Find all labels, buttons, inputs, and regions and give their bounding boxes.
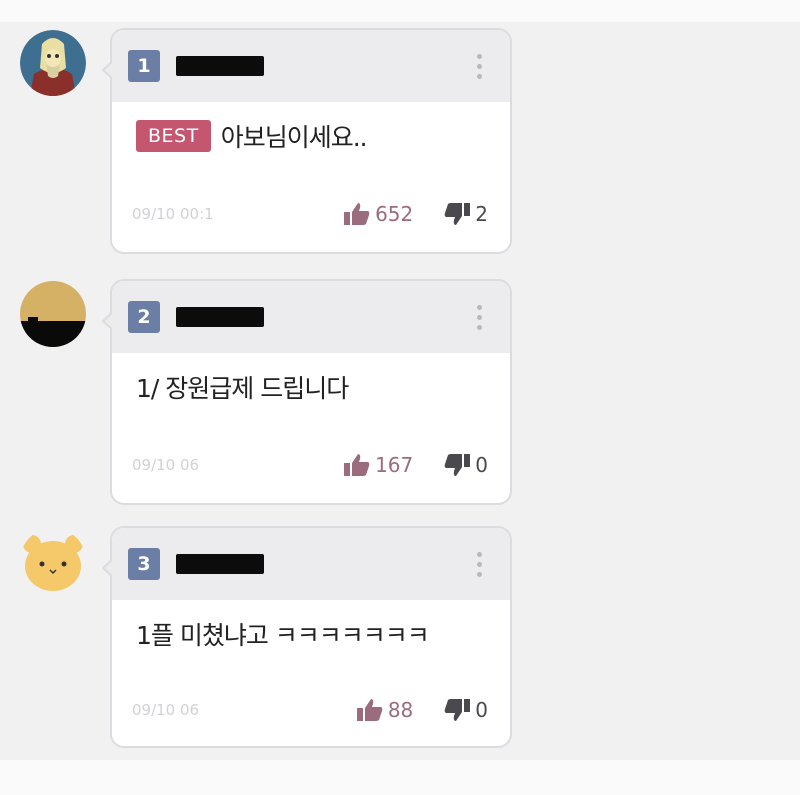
thumbs-down-icon [444,699,471,721]
thumbs-up-icon [344,454,370,476]
comment-text: 1플 미쳤냐고 ㅋㅋㅋㅋㅋㅋㅋ [136,616,430,652]
like-button[interactable]: 652 [343,202,413,226]
comment-footer: 09/10 00:1 652 2 [132,202,488,226]
timestamp: 09/10 06 [132,701,200,719]
dislike-button[interactable]: 2 [443,202,488,226]
comment-card: 1 ————— BEST 아보님이세요.. 09/10 00:1 652 2 [102,28,512,254]
rank-badge: 3 [128,548,160,580]
avatar-sunset[interactable] [20,281,86,347]
comment-body: 1/ 장원급제 드립니다 [136,374,349,403]
more-options-icon[interactable] [477,54,482,79]
comment-header: 1 ————— [112,30,510,102]
rank-badge: 1 [128,50,160,82]
thumbs-up-icon [344,203,370,225]
best-badge: BEST [136,120,211,152]
avatar-bear[interactable] [20,528,86,594]
nickname-redacted[interactable]: ————— [176,307,264,327]
like-count: 652 [375,202,414,226]
dislike-count: 0 [475,698,488,722]
dislike-count: 0 [475,453,488,477]
comment-text: 1/ 장원급제 드립니다 [136,369,349,405]
comment-header: 3 ————— [112,528,510,600]
thumbs-down-icon [444,454,471,476]
comment-card: 2 ————— 1/ 장원급제 드립니다 09/10 06 167 0 [102,279,512,505]
nickname-redacted[interactable]: ————— [176,56,264,76]
thumbs-down-icon [444,203,471,225]
timestamp: 09/10 00:1 [132,205,214,223]
bottom-strip [0,760,800,795]
timestamp: 09/10 06 [132,456,200,474]
comment-header: 2 ————— [112,281,510,353]
comment-card: 3 ————— 1플 미쳤냐고 ㅋㅋㅋㅋㅋㅋㅋ 09/10 06 88 0 [102,526,512,748]
more-options-icon[interactable] [477,552,482,577]
comment-footer: 09/10 06 88 0 [132,698,488,722]
comment-text: BEST 아보님이세요.. [136,118,368,154]
dislike-count: 2 [475,202,488,226]
top-strip [0,0,800,22]
comment-footer: 09/10 06 167 0 [132,453,488,477]
like-button[interactable]: 167 [343,453,413,477]
thumbs-up-icon [356,699,383,721]
dislike-button[interactable]: 0 [443,453,488,477]
comment-body: 1플 미쳤냐고 ㅋㅋㅋㅋㅋㅋㅋ [136,621,430,650]
dislike-button[interactable]: 0 [443,698,488,722]
like-count: 88 [387,698,414,722]
more-options-icon[interactable] [477,305,482,330]
like-button[interactable]: 88 [356,698,413,722]
rank-badge: 2 [128,301,160,333]
comment-body: 아보님이세요.. [220,123,368,152]
like-count: 167 [375,453,414,477]
nickname-redacted[interactable]: ————— [176,554,264,574]
avatar-cartoon[interactable] [20,30,86,96]
